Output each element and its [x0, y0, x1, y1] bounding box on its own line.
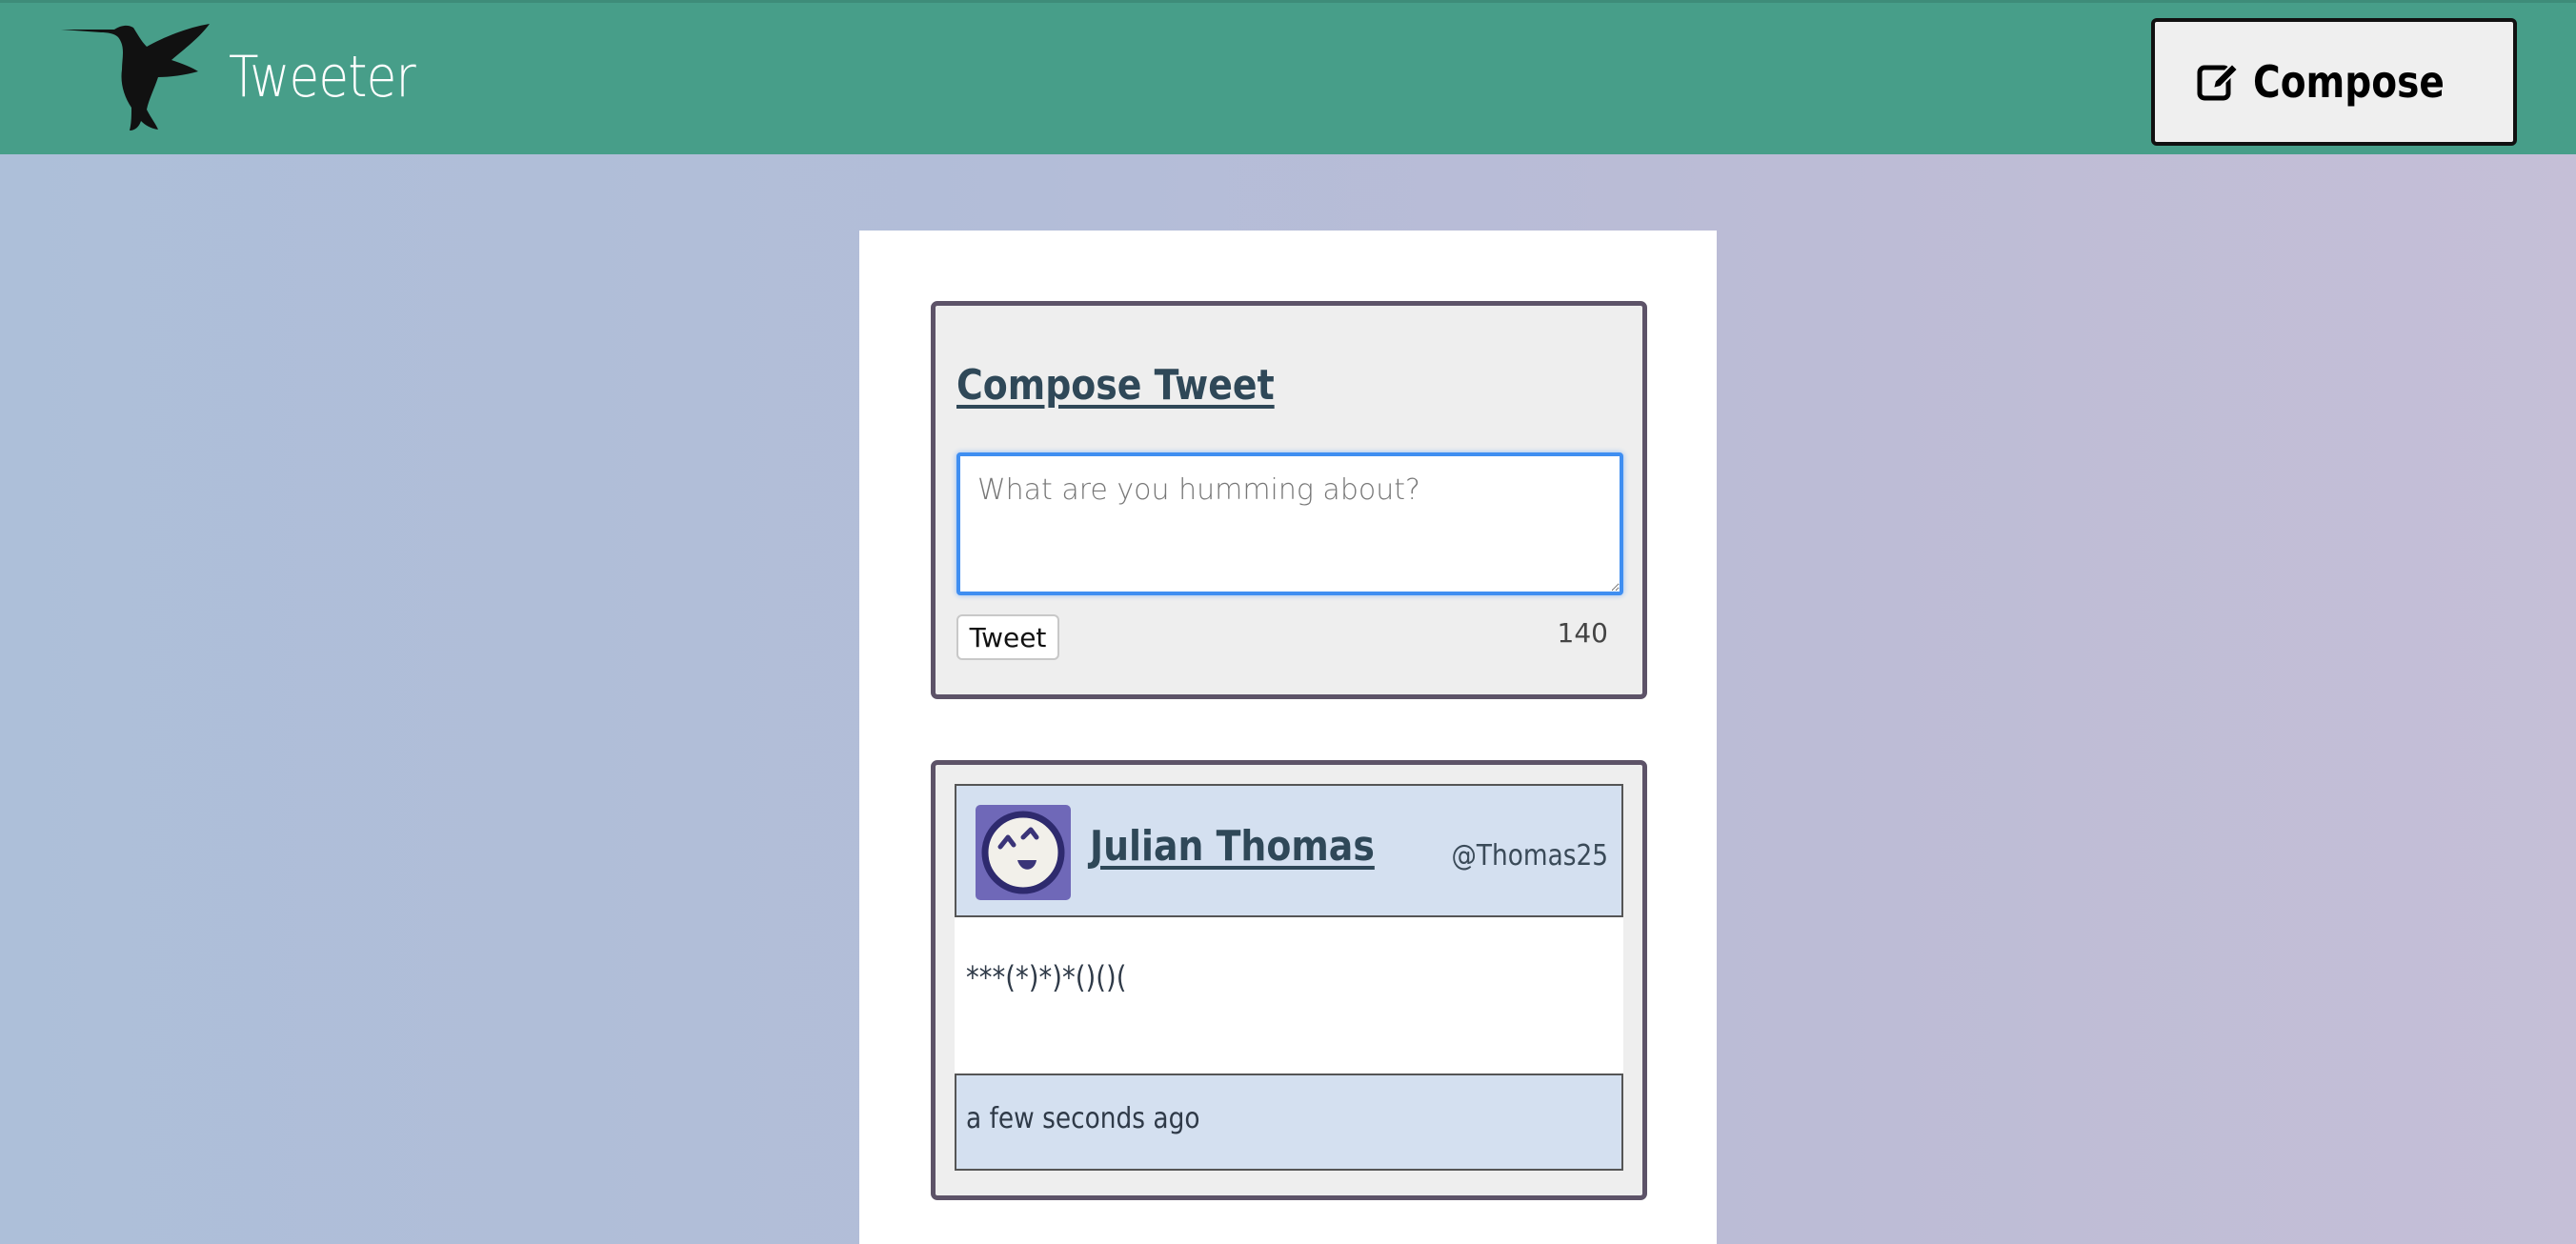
tweet-card: Julian Thomas @Thomas25 ***(*)*)*()()( a… [931, 760, 1647, 1200]
char-counter: 140 [1557, 617, 1608, 649]
tweet-text: ***(*)*)*()()( [966, 959, 1127, 995]
top-navbar: Tweeter Compose [0, 0, 2576, 154]
edit-icon [2197, 62, 2240, 101]
app-title: Tweeter [229, 44, 416, 110]
tweet-footer: a few seconds ago [955, 1073, 1623, 1171]
tweet-author-name[interactable]: Julian Thomas [1090, 822, 1375, 871]
hummingbird-icon [61, 24, 210, 130]
avatar [976, 805, 1071, 900]
tweet-header: Julian Thomas @Thomas25 [955, 784, 1623, 917]
compose-button-label: Compose [2253, 56, 2445, 108]
main-container: Compose Tweet Tweet 140 Julian Thomas @T… [859, 231, 1717, 1244]
compose-tweet-panel: Compose Tweet Tweet 140 [931, 301, 1647, 699]
smiley-avatar-icon [981, 811, 1065, 894]
tweet-body: ***(*)*)*()()( [955, 917, 1623, 1073]
tweet-textarea[interactable] [956, 452, 1623, 595]
tweet-timestamp: a few seconds ago [966, 1102, 1200, 1135]
tweet-author-handle: @Thomas25 [1451, 839, 1608, 873]
tweet-submit-button[interactable]: Tweet [956, 614, 1059, 660]
compose-tweet-heading: Compose Tweet [956, 361, 1275, 410]
compose-button[interactable]: Compose [2151, 18, 2517, 146]
